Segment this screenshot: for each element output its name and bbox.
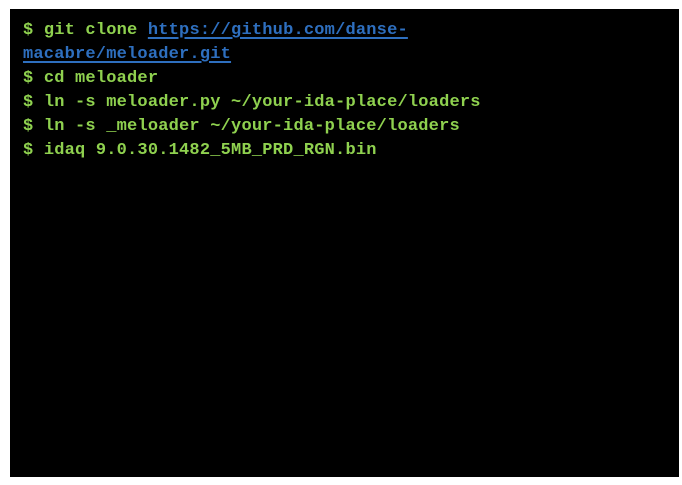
prompt-symbol: $ [23, 69, 34, 88]
command-text: cd meloader [43, 69, 159, 88]
command-text: idaq 9.0.30.1482_5MB_PRD_RGN.bin [43, 141, 377, 160]
prompt-symbol: $ [23, 117, 34, 136]
terminal-line-cd: $ cd meloader [23, 67, 679, 91]
terminal-line-ln-py: $ ln -s meloader.py ~/your-ida-place/loa… [23, 91, 679, 115]
screenshot-frame: $ git clone https://github.com/danse- ma… [0, 0, 682, 485]
terminal-line-git-clone: $ git clone https://github.com/danse- [23, 19, 679, 43]
command-text: ln -s _meloader ~/your-ida-place/loaders [43, 117, 460, 136]
command-text: ln -s meloader.py ~/your-ida-place/loade… [43, 93, 481, 112]
repo-link-part-1[interactable]: https://github.com/danse- [148, 21, 408, 40]
terminal-window[interactable]: $ git clone https://github.com/danse- ma… [10, 9, 679, 477]
prompt-symbol: $ [23, 21, 34, 40]
prompt-symbol: $ [23, 141, 34, 160]
prompt-symbol: $ [23, 93, 34, 112]
terminal-line-idaq: $ idaq 9.0.30.1482_5MB_PRD_RGN.bin [23, 139, 679, 163]
repo-link-part-2[interactable]: macabre/meloader.git [23, 45, 231, 64]
terminal-line-ln-dir: $ ln -s _meloader ~/your-ida-place/loade… [23, 115, 679, 139]
command-text: git clone [43, 21, 138, 40]
terminal-line-git-clone-wrap: macabre/meloader.git [23, 43, 679, 67]
